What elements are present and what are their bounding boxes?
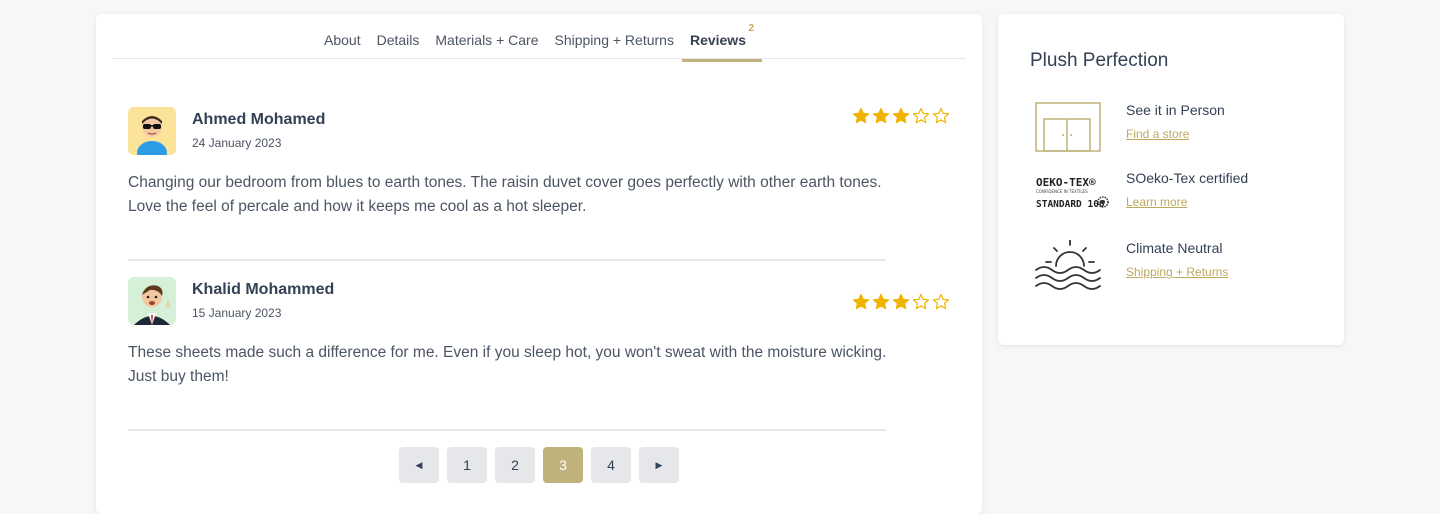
shipping-returns-link[interactable]: Shipping + Returns [1126, 265, 1228, 279]
tab-label: Reviews [689, 32, 746, 48]
review-item: Ahmed Mohamed 24 January 2023 Changing o… [128, 107, 950, 227]
star-rating [852, 107, 950, 125]
oeko-tex-logo-wordmark: OEKO-TEX® [1036, 176, 1096, 189]
tab-materials-care[interactable]: Materials + Care [427, 14, 546, 59]
sunset-waves-icon [1030, 239, 1110, 296]
find-store-link[interactable]: Find a store [1126, 127, 1189, 141]
page-button-1[interactable]: 1 [447, 447, 487, 483]
star-filled-icon [872, 107, 890, 124]
reviewer-name: Ahmed Mohamed [192, 111, 326, 128]
star-empty-icon [932, 293, 950, 310]
sidebar-title: Plush Perfection [1030, 50, 1169, 71]
tab-label: Shipping + Returns [554, 32, 674, 48]
page-button-2[interactable]: 2 [495, 447, 535, 483]
reviews-card: About Details Materials + Care Shipping … [96, 14, 982, 514]
tab-label: Materials + Care [435, 32, 539, 48]
feature-see-in-person: See it in Person Find a store [1030, 102, 1320, 162]
tab-details[interactable]: Details [369, 14, 428, 59]
page-button-4[interactable]: 4 [591, 447, 631, 483]
reviewer-name: Khalid Mohammed [192, 281, 335, 298]
feature-oeko-tex: OEKO-TEX® CONFIDENCE IN TEXTILES STANDAR… [1030, 170, 1320, 230]
learn-more-link[interactable]: Learn more [1126, 195, 1187, 209]
star-empty-icon [912, 293, 930, 310]
tab-label: About [324, 32, 361, 48]
page-button-3[interactable]: 3 [543, 447, 583, 483]
tab-shipping-returns[interactable]: Shipping + Returns [546, 14, 681, 59]
star-filled-icon [852, 107, 870, 124]
review-date: 24 January 2023 [192, 136, 282, 150]
review-text: These sheets made such a difference for … [128, 344, 887, 385]
review-date: 15 January 2023 [192, 306, 282, 320]
oeko-tex-logo-standard: STANDARD 100 [1036, 199, 1105, 210]
tab-reviews[interactable]: Reviews 2 [681, 14, 763, 62]
star-filled-icon [892, 293, 910, 310]
review-text: Changing our bedroom from blues to earth… [128, 174, 882, 215]
feature-title: Climate Neutral [1126, 240, 1223, 256]
star-filled-icon [852, 293, 870, 310]
feature-title: SOeko-Tex certified [1126, 170, 1249, 186]
star-empty-icon [912, 107, 930, 124]
star-empty-icon [932, 107, 950, 124]
caret-right-icon: ▶ [655, 459, 663, 470]
plush-perfection-card: Plush Perfection See it in Person Find a… [998, 14, 1344, 345]
product-tabs: About Details Materials + Care Shipping … [112, 14, 966, 62]
divider [128, 429, 886, 431]
oeko-tex-logo: OEKO-TEX® CONFIDENCE IN TEXTILES STANDAR… [1030, 170, 1110, 226]
oeko-tex-logo-tagline: CONFIDENCE IN TEXTILES [1036, 189, 1088, 194]
caret-left-icon: ◀ [415, 459, 423, 470]
review-item: Khalid Mohammed 15 January 2023 These sh… [128, 277, 950, 397]
tab-label: Details [376, 32, 420, 48]
tab-about[interactable]: About [316, 14, 369, 59]
feature-title: See it in Person [1126, 102, 1225, 118]
avatar [128, 277, 176, 325]
star-rating [852, 293, 950, 311]
review-count-badge: 2 [748, 23, 754, 34]
avatar [128, 107, 176, 155]
star-filled-icon [872, 293, 890, 310]
prev-page-button[interactable]: ◀ [399, 447, 439, 483]
star-filled-icon [892, 107, 910, 124]
next-page-button[interactable]: ▶ [639, 447, 679, 483]
pagination: ◀ 1 2 3 4 ▶ [399, 447, 679, 483]
store-door-icon [1030, 102, 1110, 158]
feature-climate-neutral: Climate Neutral Shipping + Returns [1030, 239, 1320, 300]
divider [128, 259, 886, 261]
